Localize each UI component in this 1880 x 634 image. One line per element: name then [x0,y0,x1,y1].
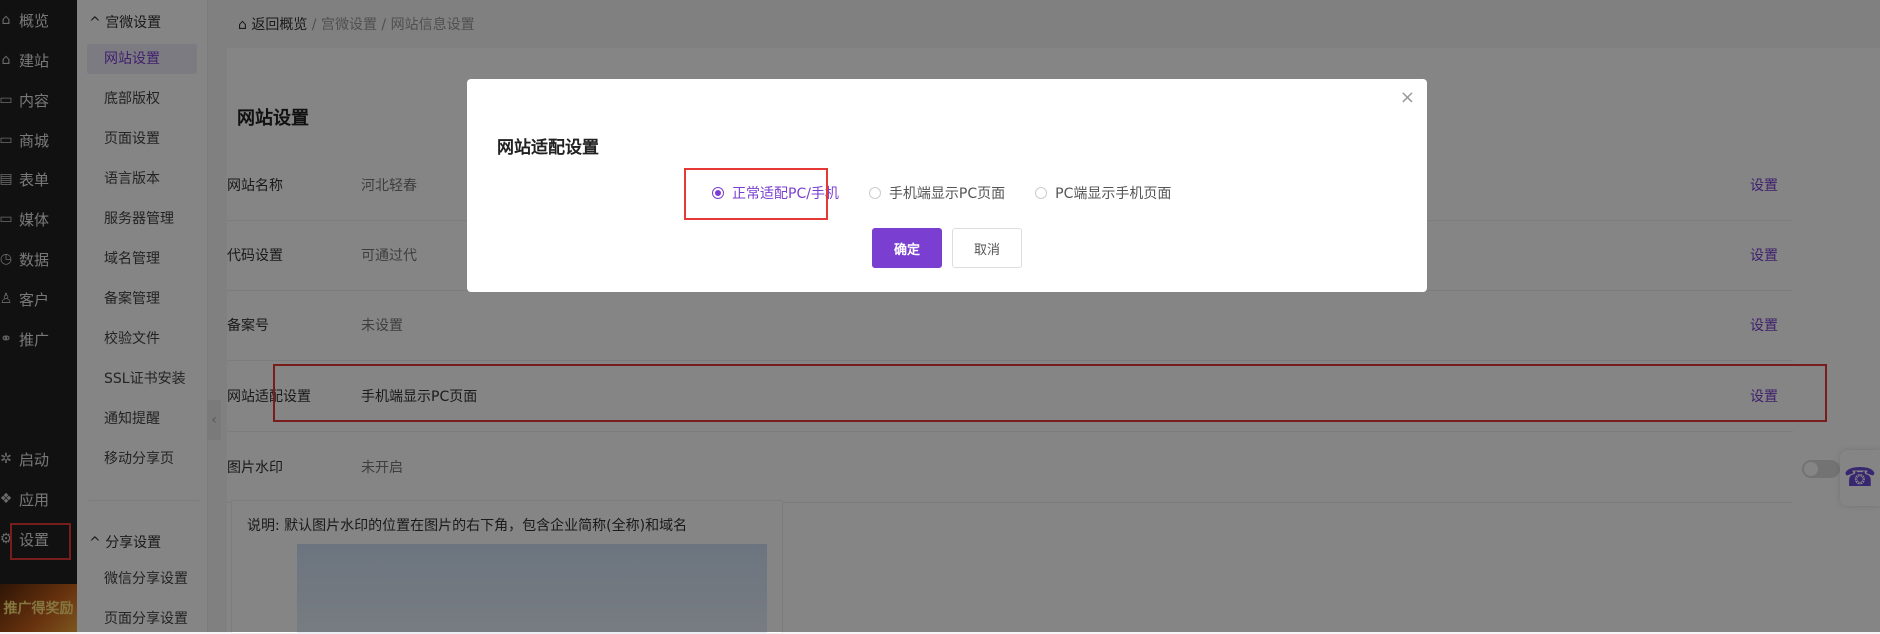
radio-dot [1035,187,1048,199]
cancel-button[interactable]: 取消 [952,228,1022,268]
adaptation-dialog: × 网站适配设置 正常适配PC/手机 手机端显示PC页面 PC端显示手机页面 确… [467,79,1427,292]
highlight-selected-option [684,168,828,220]
option-pc-show-mobile[interactable]: PC端显示手机页面 [1035,183,1171,203]
radio-dot [868,187,881,199]
option-label: PC端显示手机页面 [1055,186,1172,202]
option-label: 手机端显示PC页面 [888,186,1006,202]
close-icon[interactable]: × [1400,87,1415,108]
dialog-title: 网站适配设置 [497,138,599,158]
confirm-button[interactable]: 确定 [872,228,942,268]
option-mobile-show-pc[interactable]: 手机端显示PC页面 [868,183,1006,203]
